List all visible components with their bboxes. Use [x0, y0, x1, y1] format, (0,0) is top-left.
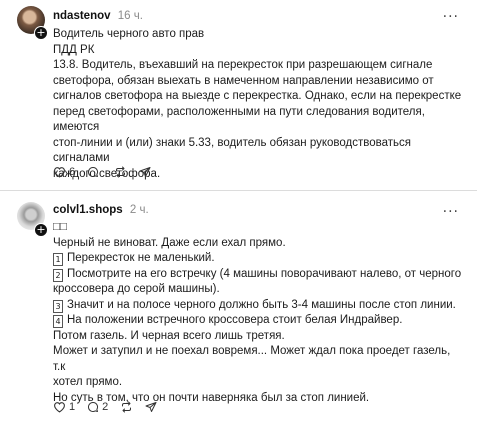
- repost-button[interactable]: [120, 401, 133, 413]
- post-colvl1-shops: + colvl1.shops 2 ч. ··· □□ Черный не вин…: [0, 195, 477, 429]
- post-line: перед светофорами, расположенными на пут…: [53, 105, 425, 134]
- reply-button[interactable]: [87, 166, 102, 178]
- reply-button[interactable]: 2: [87, 401, 108, 413]
- like-count: 1: [69, 401, 76, 413]
- username[interactable]: ndastenov: [53, 10, 111, 22]
- number-box-icon: 4: [53, 315, 63, 328]
- post-line: сигналов светофора на выезде с перекрест…: [53, 90, 462, 102]
- comment-icon: [88, 166, 99, 177]
- numbered-item-text: Значит и на полосе черного должно быть 3…: [67, 298, 456, 311]
- emoji-line: □□: [53, 221, 67, 233]
- more-options-icon[interactable]: ···: [443, 204, 459, 220]
- more-options-icon[interactable]: ···: [443, 9, 459, 25]
- post-line: Водитель черного авто прав: [53, 28, 205, 40]
- send-icon: [145, 402, 157, 412]
- post-divider: [0, 190, 477, 191]
- numbered-item-continuation: кроссовера до серой машины).: [53, 283, 220, 295]
- post-line: 13.8. Водитель, въехавший на перекресток…: [53, 59, 433, 71]
- post-line: Может и затупил и не поехал вовремя... М…: [53, 345, 451, 373]
- post-line: хотел прямо.: [53, 376, 123, 388]
- repost-button[interactable]: [114, 166, 127, 178]
- post-ndastenov: + ndastenov 16 ч. ··· Водитель черного а…: [0, 0, 477, 190]
- heart-icon: [54, 402, 65, 413]
- post-header: colvl1.shops 2 ч.: [53, 204, 149, 216]
- post-header: ndastenov 16 ч.: [53, 10, 143, 22]
- numbered-item: 1 Перекресток не маленький.: [53, 251, 465, 267]
- post-line: Черный не виноват. Даже если ехал прямо.: [53, 236, 286, 249]
- timestamp[interactable]: 16 ч.: [118, 10, 143, 22]
- timestamp[interactable]: 2 ч.: [130, 204, 149, 216]
- action-bar: 6: [53, 166, 151, 178]
- numbered-item-text: Перекресток не маленький.: [67, 252, 215, 264]
- comment-icon: [88, 401, 99, 412]
- share-button[interactable]: [139, 166, 151, 178]
- action-bar: 1 2: [53, 401, 157, 413]
- number-box-icon: 2: [53, 268, 63, 282]
- share-button[interactable]: [145, 401, 157, 413]
- post-text: □□ Черный не виноват. Даже если ехал пря…: [53, 220, 465, 406]
- post-line: стоп-линии и (или) знаки 5.33, водитель …: [53, 136, 411, 165]
- follow-plus-icon[interactable]: +: [34, 223, 48, 237]
- repost-icon: [122, 401, 132, 413]
- number-box-icon: 1: [53, 253, 63, 266]
- heart-icon: [54, 167, 65, 178]
- send-icon: [139, 167, 151, 177]
- like-button[interactable]: 1: [53, 401, 75, 413]
- numbered-item: 2 Посмотрите на его встречку (4 машины по…: [53, 267, 465, 283]
- follow-plus-icon[interactable]: +: [34, 26, 48, 40]
- numbered-item-text: Посмотрите на его встречку (4 машины пов…: [67, 267, 462, 280]
- reply-count: 2: [102, 401, 109, 413]
- numbered-item-text: На положении встречного кроссовера стоит…: [67, 314, 403, 326]
- numbered-item: 4 На положении встречного кроссовера стои…: [53, 313, 465, 329]
- like-count: 6: [69, 166, 76, 178]
- post-text: Водитель черного авто прав ПДД РК 13.8. …: [53, 27, 465, 182]
- username[interactable]: colvl1.shops: [53, 204, 123, 216]
- post-line: светофора, обязан выехать в намеченном н…: [53, 74, 434, 87]
- post-line: Потом газель. И черная всего лишь третяя…: [53, 329, 285, 342]
- number-box-icon: 3: [53, 299, 63, 313]
- numbered-item: 3 Значит и на полосе черного должно быть …: [53, 298, 465, 314]
- repost-icon: [116, 166, 126, 178]
- like-button[interactable]: 6: [53, 166, 75, 178]
- post-line: ПДД РК: [53, 43, 95, 56]
